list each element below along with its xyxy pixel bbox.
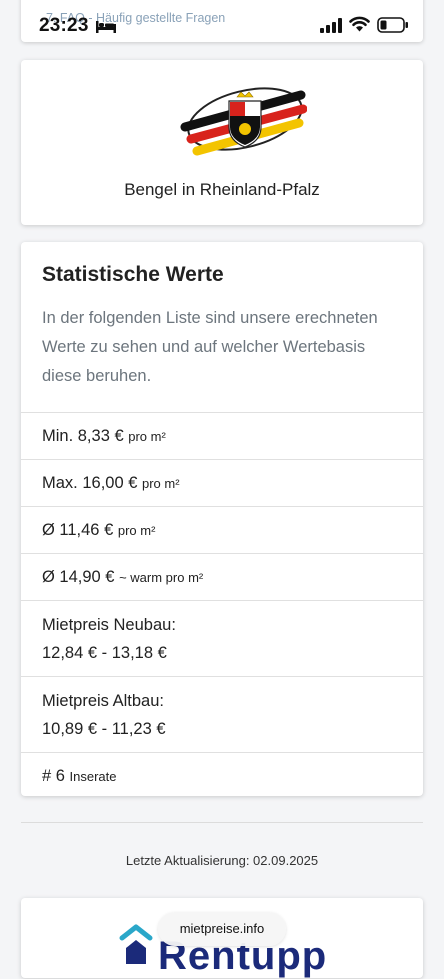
stat-value: Ø 14,90 € — [42, 568, 115, 586]
stat-row-max: Max. 16,00 € pro m² — [21, 459, 423, 506]
bed-icon — [96, 21, 116, 33]
stat-range: 10,89 € - 11,23 € — [42, 720, 166, 738]
rheinland-pfalz-flag-icon — [180, 87, 307, 156]
stat-label: Mietpreis Neubau: — [42, 616, 176, 634]
stats-description: In der folgenden Liste sind unsere erech… — [42, 309, 378, 385]
stat-value: Max. 16,00 € — [42, 474, 138, 492]
statistics-card: Statistische Werte In der folgenden List… — [21, 242, 423, 796]
stat-value: # 6 — [42, 767, 65, 785]
house-logo-icon — [119, 924, 153, 964]
section-divider — [21, 822, 423, 823]
stat-value: Min. 8,33 € — [42, 427, 124, 445]
stat-row-average-warm: Ø 14,90 € ~ warm pro m² — [21, 553, 423, 600]
stat-row-average: Ø 11,46 € pro m² — [21, 506, 423, 553]
stat-unit: ~ warm pro m² — [119, 570, 204, 585]
stat-label: Mietpreis Altbau: — [42, 692, 164, 710]
stats-title: Statistische Werte — [42, 263, 224, 286]
stat-row-altbau: Mietpreis Altbau: 10,89 € - 11,23 € — [21, 676, 423, 752]
stat-unit: Inserate — [69, 769, 117, 784]
battery-icon — [377, 17, 408, 33]
last-update-text: Letzte Aktualisierung: 02.09.2025 — [125, 853, 319, 868]
status-time: 23:23 — [39, 15, 89, 36]
stat-row-min: Min. 8,33 € pro m² — [21, 412, 423, 459]
signal-icon — [320, 18, 342, 33]
stat-value: Ø 11,46 € — [42, 521, 114, 539]
stat-row-neubau: Mietpreis Neubau: 12,84 € - 13,18 € — [21, 600, 423, 676]
stat-unit: pro m² — [117, 523, 156, 538]
region-card: Bengel in Rheinland-Pfalz — [21, 60, 423, 225]
stat-row-listings: # 6 Inserate — [21, 752, 423, 799]
wifi-icon — [349, 16, 370, 32]
stat-unit: pro m² — [141, 476, 180, 491]
url-bar[interactable]: mietpreise.info — [158, 912, 286, 946]
stat-range: 12,84 € - 13,18 € — [42, 644, 167, 662]
region-name: Bengel in Rheinland-Pfalz — [124, 180, 320, 199]
stats-list: Min. 8,33 € pro m² Max. 16,00 € pro m² Ø… — [21, 412, 423, 799]
stat-unit: pro m² — [128, 429, 166, 444]
